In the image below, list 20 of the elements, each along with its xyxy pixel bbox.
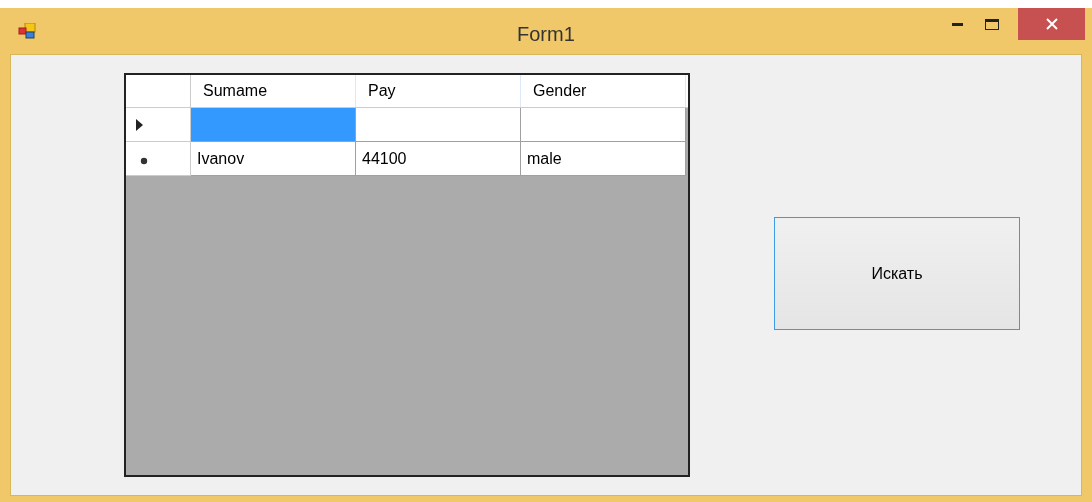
column-header[interactable]: Pay	[356, 75, 521, 107]
table-cell[interactable]	[356, 108, 521, 142]
close-icon	[1045, 18, 1058, 30]
window-title: Form1	[517, 22, 575, 47]
minimize-icon	[951, 22, 963, 26]
table-cell[interactable]	[191, 108, 356, 142]
maximize-icon	[985, 18, 999, 30]
current-row-icon	[136, 118, 143, 131]
row-header[interactable]	[126, 142, 191, 176]
app-icon	[18, 23, 36, 39]
table-cell[interactable]: Ivanov	[191, 142, 356, 176]
table-cell[interactable]: male	[521, 142, 686, 176]
search-button[interactable]: Искать	[774, 217, 1020, 330]
column-header[interactable]: Sumame	[191, 75, 356, 107]
table-cell[interactable]: 44100	[356, 142, 521, 176]
column-header[interactable]: Gender	[521, 75, 686, 107]
table-cell[interactable]	[521, 108, 686, 142]
new-row-icon	[140, 156, 148, 165]
row-header[interactable]	[126, 108, 191, 142]
close-button[interactable]	[1018, 8, 1085, 40]
